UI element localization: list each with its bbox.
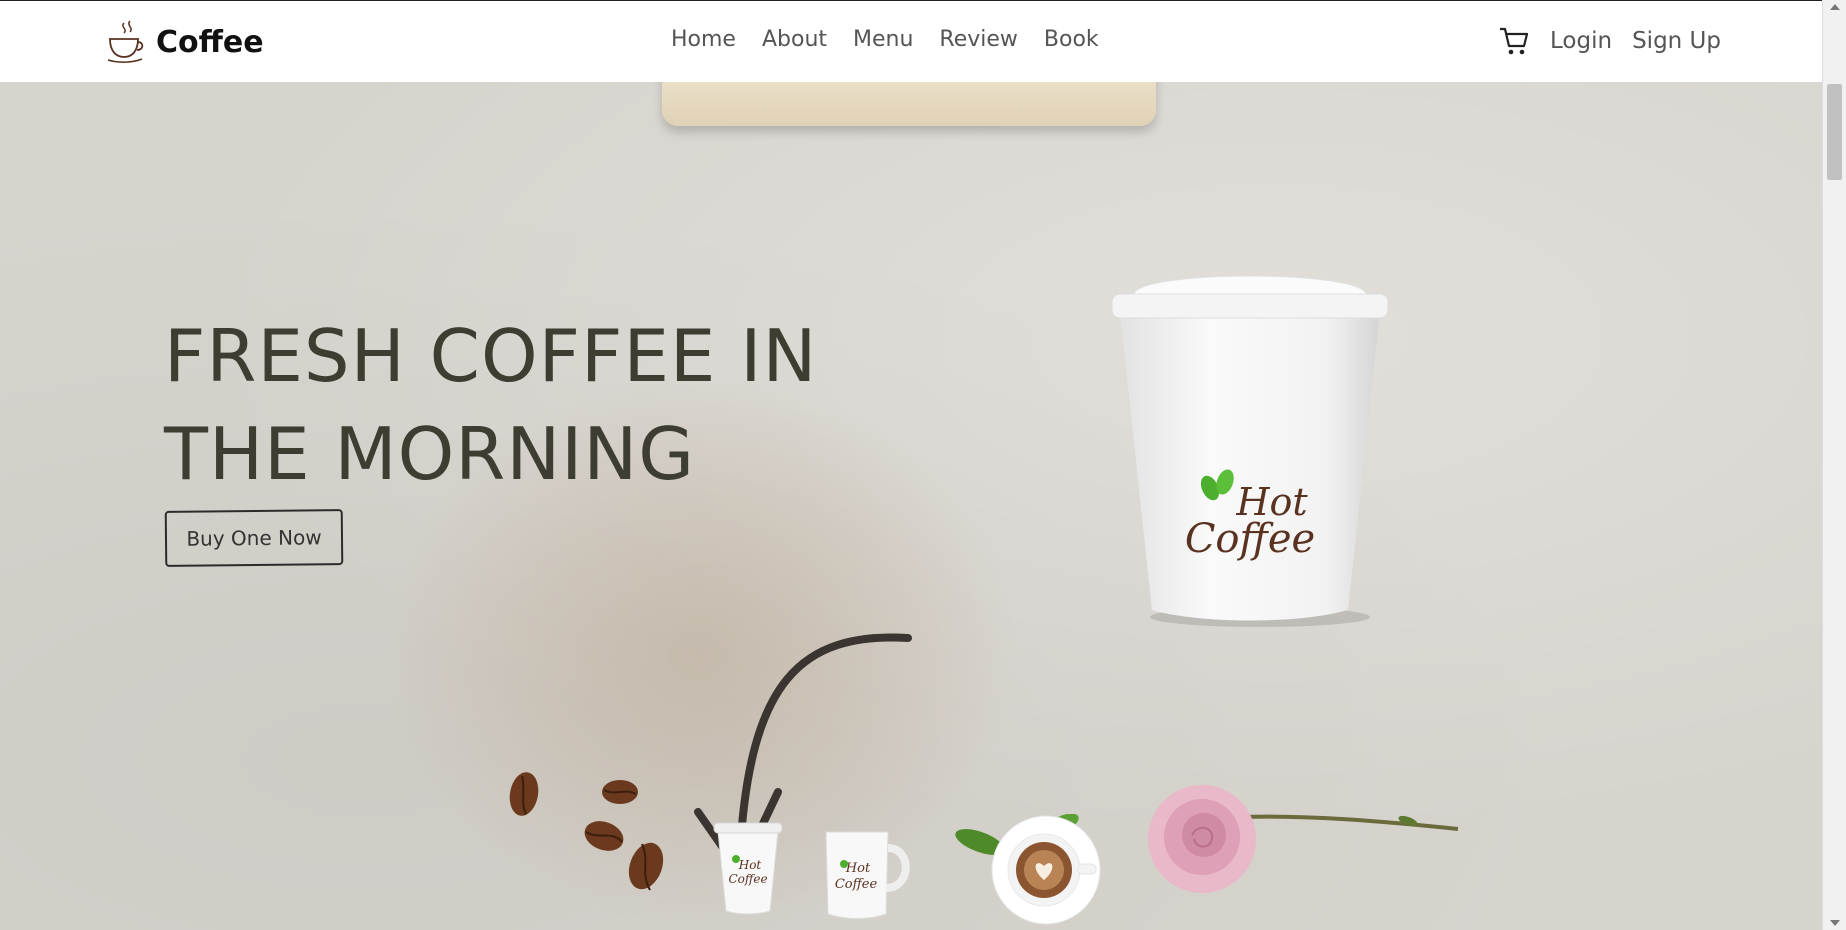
cart-icon[interactable] [1498, 25, 1530, 57]
hero-headline: FRESH COFFEE IN THE MORNING [164, 307, 924, 503]
pink-rose-image [1148, 785, 1459, 893]
svg-text:Hot: Hot [845, 861, 871, 876]
latte-cup-product[interactable] [990, 814, 1102, 926]
svg-text:Hot: Hot [738, 858, 762, 872]
page-scrollbar[interactable] [1822, 0, 1846, 930]
brand[interactable]: Coffee [106, 19, 264, 65]
hot-coffee-cup-image: Hot Coffee [1111, 275, 1389, 627]
navbar: Coffee Home About Menu Review Book Login… [0, 0, 1822, 82]
svg-text:Coffee: Coffee [835, 877, 878, 892]
small-cup-product[interactable]: Hot Coffee [712, 817, 784, 917]
nav-book[interactable]: Book [1044, 27, 1099, 52]
cup-logo-coffee: Coffee [1185, 516, 1315, 562]
nav-actions: Login Sign Up [1498, 25, 1721, 57]
headline-line-2: THE MORNING [164, 412, 696, 496]
nav-menu[interactable]: Menu [853, 27, 913, 52]
scroll-thumb[interactable] [1827, 84, 1842, 180]
scroll-up-icon[interactable] [1830, 4, 1840, 10]
svg-text:Coffee: Coffee [728, 872, 767, 886]
nav-about[interactable]: About [762, 27, 827, 52]
coffee-beans-image [509, 772, 664, 891]
scroll-down-icon[interactable] [1830, 920, 1840, 926]
mug-product[interactable]: Hot Coffee [820, 822, 920, 922]
login-link[interactable]: Login [1550, 28, 1612, 54]
headline-line-1: FRESH COFFEE IN [164, 314, 818, 398]
nav-review[interactable]: Review [939, 27, 1018, 52]
nav-home[interactable]: Home [671, 27, 736, 52]
coffee-cup-icon [107, 20, 144, 63]
brand-name: Coffee [156, 24, 264, 60]
burlap-sack-image [662, 82, 1156, 126]
main-nav: Home About Menu Review Book [671, 27, 1099, 52]
signup-link[interactable]: Sign Up [1632, 28, 1721, 54]
hero-section: FRESH COFFEE IN THE MORNING Buy One Now … [0, 82, 1822, 930]
buy-now-button[interactable]: Buy One Now [164, 509, 344, 567]
